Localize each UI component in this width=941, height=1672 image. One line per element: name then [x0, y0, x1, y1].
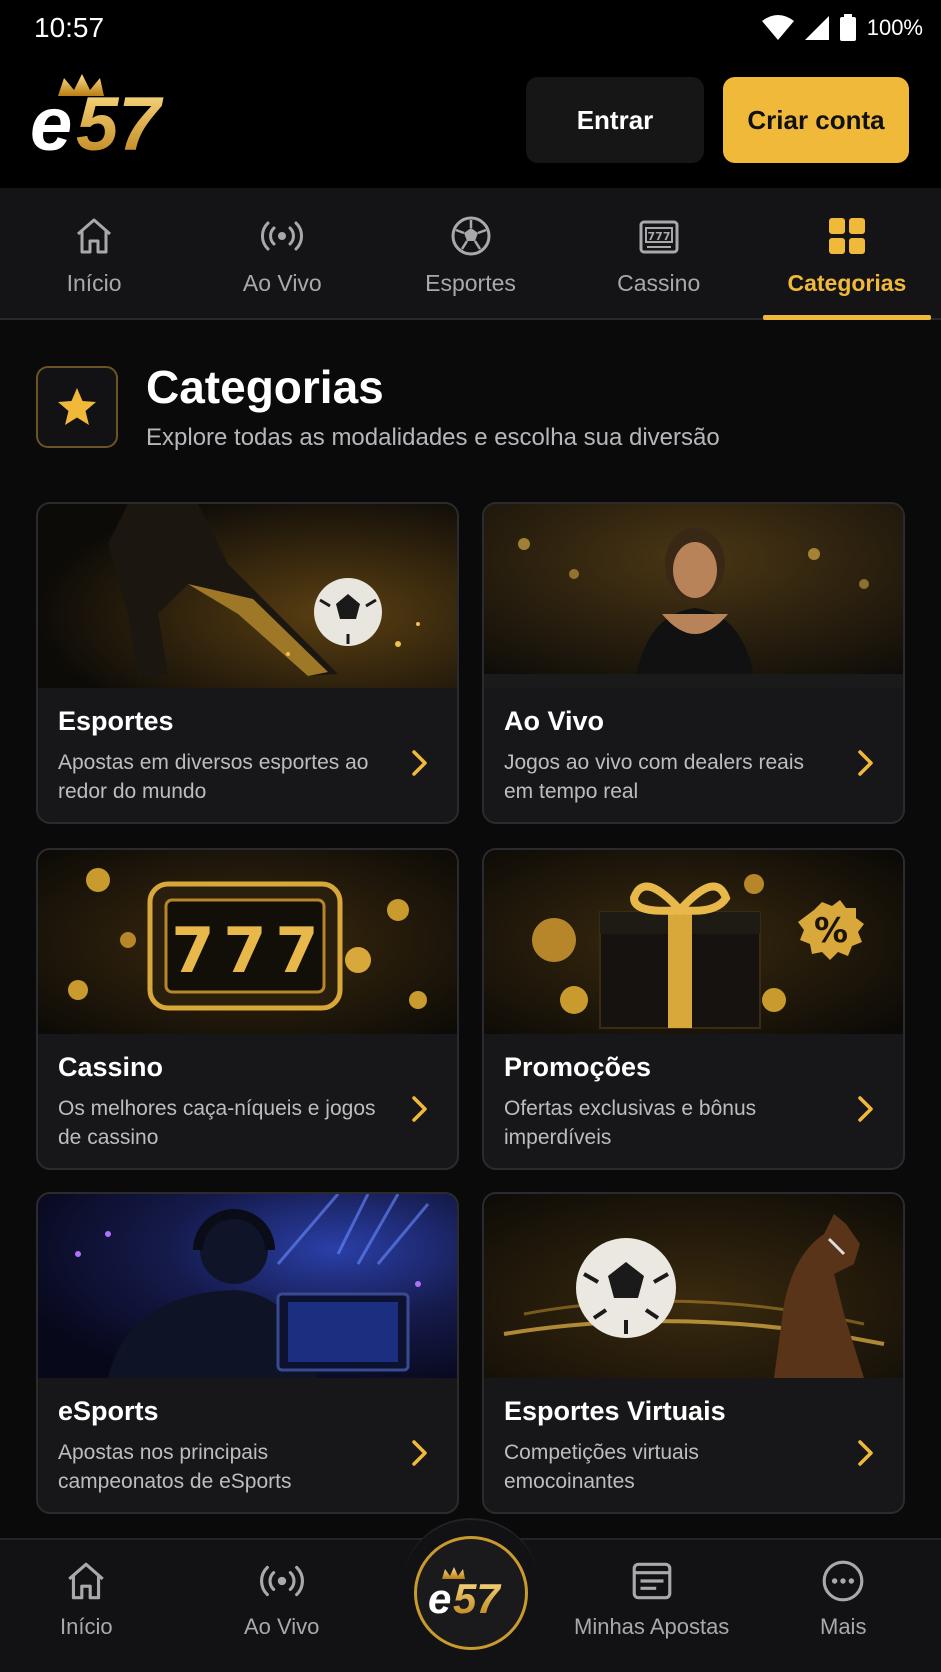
- card-title: Cassino: [58, 1052, 164, 1082]
- tab-label: Categorias: [787, 270, 907, 296]
- card-image: [38, 1194, 457, 1378]
- category-card-cassino[interactable]: 7 7 7 Cassino Os melhores caça-níqueis e…: [36, 848, 459, 1170]
- svg-text:e: e: [428, 1575, 451, 1622]
- chevron-right-icon: [858, 1440, 873, 1466]
- tab-categorias[interactable]: Categorias: [753, 188, 941, 320]
- bottom-nav-inicio[interactable]: Início: [60, 1558, 113, 1640]
- category-card-ao-vivo[interactable]: Ao Vivo Jogos ao vivo com dealers reais …: [482, 502, 905, 824]
- chevron-right-icon: [858, 1096, 873, 1122]
- svg-text:7: 7: [275, 914, 318, 987]
- tab-label: Esportes: [425, 270, 516, 296]
- brand-logo[interactable]: e 57: [30, 70, 200, 167]
- login-button[interactable]: Entrar: [526, 77, 704, 163]
- card-title: Promoções: [504, 1052, 652, 1082]
- status-bar: 10:57 100%: [0, 0, 941, 60]
- bottom-nav-label: Início: [60, 1614, 113, 1639]
- tab-cassino[interactable]: 777 Cassino: [565, 188, 753, 318]
- brand-logo-small: e 57: [428, 1567, 501, 1622]
- svg-text:7: 7: [223, 914, 266, 987]
- center-home-logo-button[interactable]: e 57: [414, 1536, 528, 1650]
- chevron-right-icon: [412, 750, 427, 776]
- svg-text:%: %: [814, 911, 848, 951]
- card-description: Jogos ao vivo com dealers reais em tempo…: [504, 751, 804, 803]
- home-icon: [77, 218, 112, 254]
- category-card-promocoes[interactable]: % Promoções Ofertas exclusivas e bônus i…: [482, 848, 905, 1170]
- card-title: Ao Vivo: [504, 706, 605, 736]
- card-image: 7 7 7: [38, 850, 457, 1034]
- tab-esportes[interactable]: Esportes: [376, 188, 564, 318]
- card-image: [484, 504, 903, 688]
- star-icon: [58, 388, 96, 425]
- chevron-right-icon: [858, 750, 873, 776]
- wifi-icon: [761, 15, 794, 40]
- slot-machine-icon: 777: [639, 220, 679, 254]
- category-card-esports[interactable]: eSports Apostas nos principais campeonat…: [36, 1192, 459, 1514]
- chevron-right-icon: [412, 1096, 427, 1122]
- card-title: eSports: [58, 1396, 159, 1426]
- grid-icon: [828, 218, 865, 254]
- card-description: Apostas nos principais campeonatos de eS…: [58, 1441, 292, 1493]
- bottom-nav-mais[interactable]: Mais: [820, 1558, 866, 1640]
- ticket-icon: [632, 1562, 671, 1600]
- page-title: Categorias: [146, 361, 384, 413]
- card-image: %: [484, 850, 903, 1034]
- app-header: e 57 Entrar Criar conta: [0, 60, 941, 188]
- tab-inicio[interactable]: Início: [0, 188, 188, 318]
- svg-text:777: 777: [647, 230, 670, 243]
- tab-label: Início: [66, 270, 122, 296]
- svg-text:57: 57: [453, 1575, 501, 1622]
- live-icon: [259, 1565, 304, 1597]
- svg-text:57: 57: [76, 82, 164, 166]
- page-subtitle: Explore todas as modalidades e escolha s…: [146, 424, 720, 451]
- tab-ao-vivo[interactable]: Ao Vivo: [188, 188, 376, 318]
- card-description: Ofertas exclusivas e bônus imperdíveis: [504, 1097, 757, 1149]
- more-icon: [822, 1560, 864, 1602]
- bottom-nav-label: Ao Vivo: [244, 1614, 320, 1639]
- battery-percent: 100%: [866, 15, 923, 40]
- battery-icon: [839, 14, 856, 41]
- card-description: Apostas em diversos esportes ao redor do…: [58, 751, 369, 803]
- bottom-nav-label: Minhas Apostas: [574, 1614, 730, 1639]
- svg-text:e: e: [30, 82, 72, 166]
- card-description: Competições virtuais emocoinantes: [504, 1441, 699, 1493]
- tab-label: Cassino: [617, 270, 701, 296]
- chevron-right-icon: [412, 1440, 427, 1466]
- card-image: [484, 1194, 903, 1378]
- bottom-nav-ao-vivo[interactable]: Ao Vivo: [244, 1558, 319, 1640]
- card-description: Os melhores caça-níqueis e jogos de cass…: [58, 1097, 376, 1149]
- bottom-nav-label: Mais: [820, 1614, 867, 1639]
- home-icon: [68, 1562, 105, 1600]
- card-title: Esportes: [58, 706, 174, 736]
- live-icon: [261, 221, 304, 251]
- svg-text:7: 7: [171, 914, 214, 987]
- status-icons: 100%: [761, 14, 923, 42]
- category-card-esportes-virtuais[interactable]: Esportes Virtuais Competições virtuais e…: [482, 1192, 905, 1514]
- signup-button[interactable]: Criar conta: [723, 77, 909, 163]
- star-badge: [36, 366, 118, 448]
- soccer-ball-icon: [451, 216, 490, 256]
- tab-label: Ao Vivo: [242, 270, 322, 296]
- card-image: [38, 504, 457, 688]
- status-time: 10:57: [34, 12, 105, 43]
- category-card-esportes[interactable]: Esportes Apostas em diversos esportes ao…: [36, 502, 459, 824]
- card-title: Esportes Virtuais: [504, 1396, 726, 1426]
- top-navigation: Início Ao Vivo Esportes 777 Cassino Cate…: [0, 188, 941, 320]
- signal-icon: [804, 16, 829, 40]
- page-heading: Categorias Explore todas as modalidades …: [36, 361, 916, 452]
- bottom-nav-minhas-apostas[interactable]: Minhas Apostas: [574, 1558, 729, 1640]
